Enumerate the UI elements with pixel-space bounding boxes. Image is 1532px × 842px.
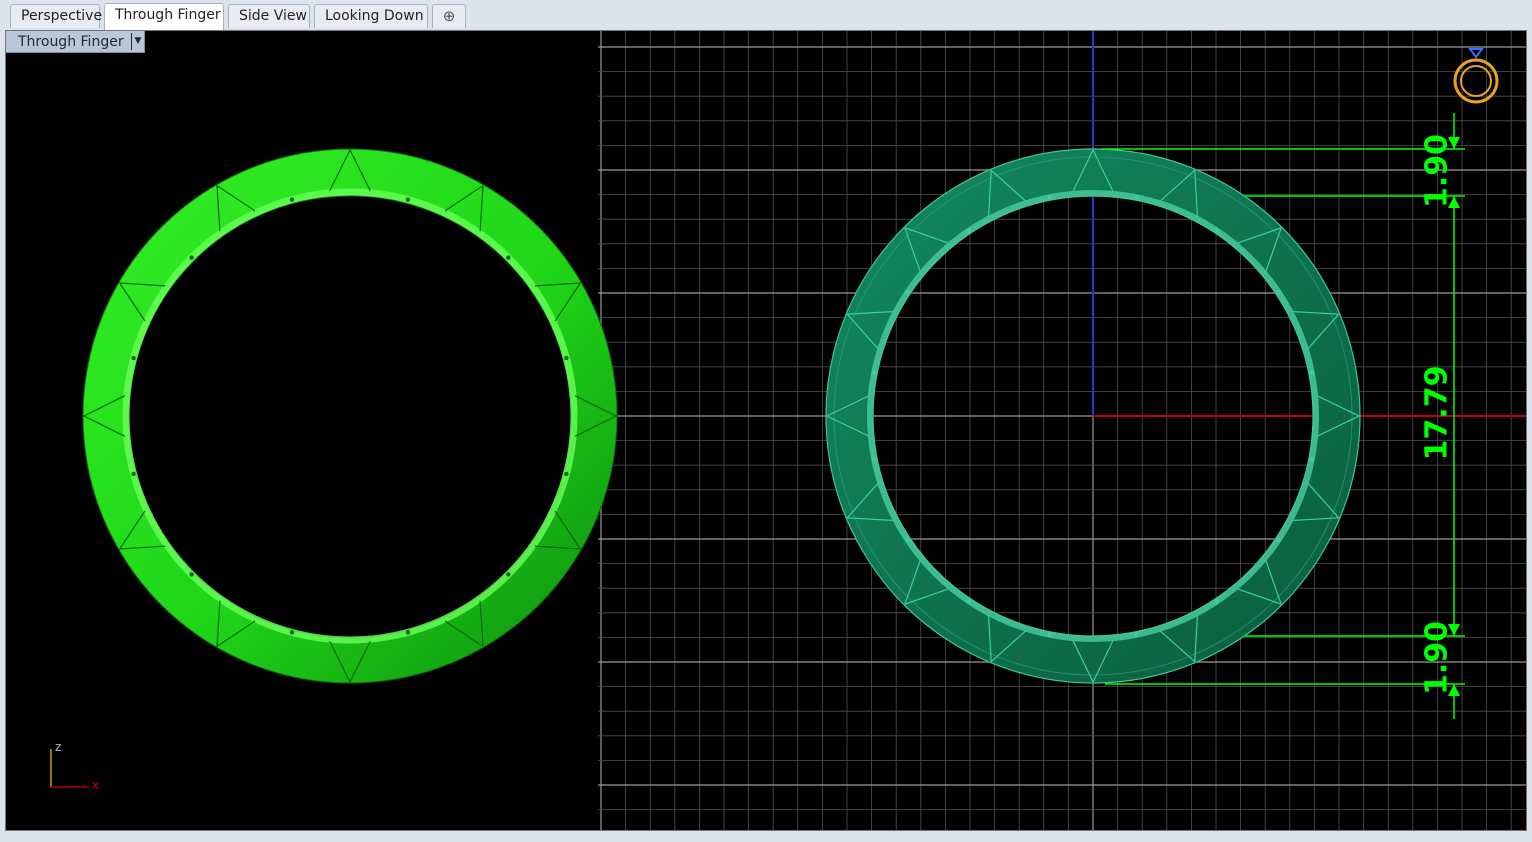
ring-facet-notch [1047, 195, 1052, 200]
ring-facet-notch [131, 471, 136, 477]
ring-facet-notch [872, 457, 877, 462]
ring-facet-notch [966, 599, 972, 604]
ring-facet-notch [506, 572, 511, 577]
ring-facet-notch [1309, 370, 1314, 375]
viewport-canvas[interactable]: 1.90 17.79 1.90 z x [6, 31, 1527, 831]
ring-facet-notch [905, 537, 910, 543]
ring-facet-notch [905, 289, 910, 295]
ring-facet-notch [189, 572, 194, 577]
viewport-tab-bar: Perspective Through Finger Side View Loo… [0, 0, 1532, 30]
status-bar [0, 831, 1532, 842]
ring-facet-notch [1134, 632, 1139, 637]
ring-facet-notch [1309, 457, 1314, 462]
chevron-down-icon[interactable]: ▼ [131, 33, 144, 50]
ring-facet-notch [506, 255, 511, 260]
ring-facet-notch [564, 471, 569, 477]
ring-facet-notch [189, 255, 194, 260]
ring-facet-notch [872, 370, 877, 375]
dim-inner-diameter: 17.79 [1420, 366, 1455, 461]
tab-label: Perspective [21, 8, 103, 24]
ring-facet-notch [1214, 228, 1220, 233]
ring-facet-notch [1276, 289, 1281, 295]
ring-facet-notch [1047, 632, 1052, 637]
ring-facet-notch [405, 197, 411, 202]
ring-facet-notch [966, 228, 972, 233]
ring-facet-notch [1276, 537, 1281, 543]
plus-icon: ⊕ [442, 7, 456, 25]
tab-perspective[interactable]: Perspective [10, 4, 103, 28]
ring-facet-notch [564, 355, 569, 361]
ring-facet-notch [1134, 195, 1139, 200]
viewport-title: Through Finger [18, 34, 124, 50]
dim-bottom-thickness: 1.90 [1420, 621, 1455, 695]
tab-label: Side View [239, 8, 307, 24]
tab-looking-down[interactable]: Looking Down [314, 4, 428, 28]
add-tab-button[interactable]: ⊕ [432, 4, 466, 28]
axis-z-label: z [55, 740, 61, 754]
tab-through-finger[interactable]: Through Finger [104, 3, 224, 30]
ring-facet-notch [405, 630, 411, 635]
ring-facet-notch [289, 197, 295, 202]
ring-facet-notch [1214, 599, 1220, 604]
dim-top-thickness: 1.90 [1420, 134, 1455, 208]
ring-facet-notch [289, 630, 295, 635]
tab-side-view[interactable]: Side View [228, 4, 310, 28]
axis-x-label: x [92, 778, 99, 792]
tab-label: Looking Down [325, 8, 424, 24]
axis-widget: z x [50, 740, 99, 792]
viewport-title-dropdown[interactable]: Through Finger ▼ [6, 31, 145, 53]
ring-facet-notch [131, 355, 136, 361]
ring-rendered[interactable] [82, 148, 618, 684]
viewport[interactable]: Through Finger ▼ 1.90 17.79 1.90 z x [5, 30, 1527, 831]
tab-label: Through Finger [115, 7, 221, 23]
